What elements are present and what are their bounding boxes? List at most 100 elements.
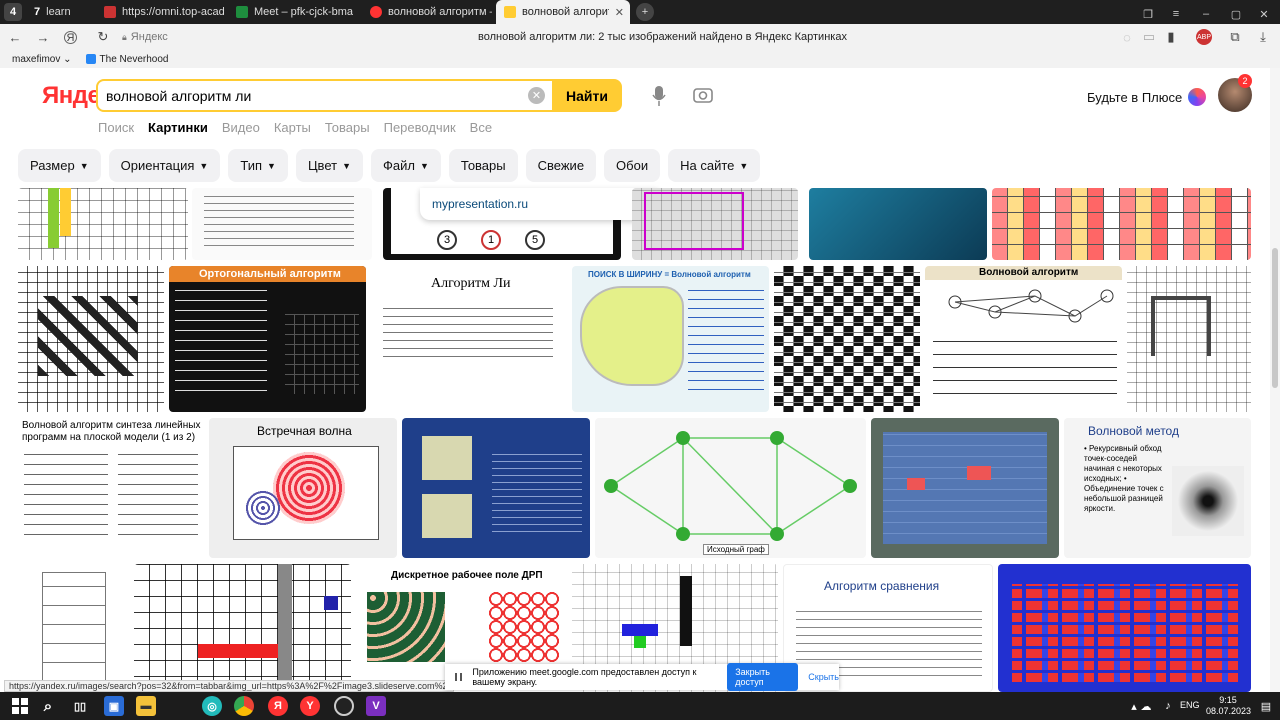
reload-icon[interactable]: ↻: [94, 28, 112, 46]
adblock-icon[interactable]: ABP: [1196, 29, 1212, 45]
close-tab-icon[interactable]: ✕: [615, 6, 624, 19]
meet-favicon-icon: [236, 6, 248, 18]
forward-icon[interactable]: →: [34, 28, 52, 46]
image-thumbnail[interactable]: [1127, 266, 1251, 412]
image-thumbnail[interactable]: Исходный граф: [595, 418, 866, 558]
image-thumbnail[interactable]: [871, 418, 1059, 558]
obs-icon[interactable]: [334, 696, 354, 716]
visual-studio-icon[interactable]: V: [366, 696, 386, 716]
image-thumbnail[interactable]: Ортогональный алгоритм: [169, 266, 366, 412]
stop-sharing-button[interactable]: Закрыть доступ: [727, 663, 799, 691]
notifications-icon[interactable]: ▤: [1256, 696, 1276, 716]
clock[interactable]: 9:15 08.07.2023: [1206, 695, 1251, 717]
translate-icon[interactable]: ◌: [1118, 28, 1136, 46]
search-box: ✕ Найти: [96, 79, 622, 112]
service-all[interactable]: Все: [470, 120, 492, 135]
bookmarks-bar: maxefimov ⌄ The Neverhood: [0, 50, 1280, 68]
minimize-icon[interactable]: –: [1196, 4, 1216, 24]
search-button[interactable]: Найти: [552, 79, 622, 112]
grid-overlay: [992, 188, 1251, 260]
filter-orientation[interactable]: Ориентация ▼: [108, 149, 221, 182]
popup-site-link[interactable]: mypresentation.ru: [432, 197, 528, 211]
windows-start-icon[interactable]: [10, 696, 30, 716]
store-icon[interactable]: ▣: [104, 696, 124, 716]
network-icon[interactable]: ☁︎: [1136, 696, 1156, 716]
language-indicator[interactable]: ENG: [1180, 700, 1200, 710]
inset-grid: [422, 494, 472, 538]
reader-icon[interactable]: ▭: [1140, 28, 1158, 46]
service-maps[interactable]: Карты: [274, 120, 311, 135]
filter-wallpapers[interactable]: Обои: [604, 149, 661, 182]
wave-circles: [273, 452, 345, 524]
camera-search-icon[interactable]: [693, 86, 713, 104]
image-thumbnail[interactable]: Встречная волна: [209, 418, 397, 558]
tab-yandex-images[interactable]: волновой алгоритм ли ✕: [496, 0, 630, 24]
service-products[interactable]: Товары: [325, 120, 370, 135]
maze-blocks: [38, 296, 138, 376]
bookmark-neverhood[interactable]: The Neverhood: [85, 54, 168, 65]
browser-menu-icon[interactable]: 4: [4, 3, 22, 21]
new-tab-icon[interactable]: +: [636, 3, 654, 21]
slide-title: Волновой алгоритм: [979, 267, 1079, 278]
scroll-thumb[interactable]: [1272, 248, 1278, 388]
maximize-icon[interactable]: ▢: [1226, 4, 1246, 24]
hide-notice-button[interactable]: Скрыть: [808, 672, 839, 682]
clear-search-icon[interactable]: ✕: [528, 87, 545, 104]
image-thumbnail[interactable]: Волновой метод • Рекурсивный обход точек…: [1064, 418, 1251, 558]
filter-fresh[interactable]: Свежие: [525, 149, 597, 182]
menu-icon[interactable]: ≡: [1166, 4, 1186, 24]
image-thumbnail[interactable]: [992, 188, 1251, 260]
voice-search-icon[interactable]: [652, 85, 666, 107]
service-images[interactable]: Картинки: [148, 120, 208, 135]
image-thumbnail[interactable]: [998, 564, 1251, 692]
image-thumbnail[interactable]: [632, 188, 798, 260]
yandex-browser-icon[interactable]: Y: [300, 696, 320, 716]
image-thumbnail[interactable]: [18, 564, 130, 692]
service-translator[interactable]: Переводчик: [384, 120, 456, 135]
filter-file[interactable]: Файл ▼: [371, 149, 441, 182]
tab-yandex-search[interactable]: волновой алгоритм — Я: [362, 0, 492, 24]
bookmark-icon[interactable]: ▮: [1162, 28, 1180, 46]
image-thumbnail[interactable]: Волновой алгоритм: [925, 266, 1122, 412]
tab-omni[interactable]: https://omni.top-academy: [96, 0, 224, 24]
image-thumbnail[interactable]: [18, 266, 164, 412]
url-field[interactable]: 🔒︎ Яндекс: [122, 28, 168, 46]
page-scrollbar[interactable]: [1270, 68, 1280, 692]
yandex-music-icon[interactable]: Я: [268, 696, 288, 716]
filter-products[interactable]: Товары: [448, 149, 518, 182]
app-icon[interactable]: ◎: [202, 696, 222, 716]
file-explorer-icon[interactable]: ▬: [136, 696, 156, 716]
plus-promo-link[interactable]: Будьте в Плюсе: [1087, 88, 1207, 106]
task-view-icon[interactable]: ▯▯: [70, 696, 90, 716]
source-popup[interactable]: mypresentation.ru ⋮: [420, 188, 658, 220]
image-thumbnail[interactable]: [809, 188, 987, 260]
back-icon[interactable]: ←: [6, 28, 24, 46]
filter-type[interactable]: Тип ▼: [228, 149, 288, 182]
filter-color[interactable]: Цвет ▼: [295, 149, 363, 182]
chrome-icon[interactable]: [234, 696, 254, 716]
download-icon[interactable]: ⤓: [1254, 28, 1272, 46]
volume-icon[interactable]: ♪: [1158, 696, 1178, 716]
image-thumbnail[interactable]: [134, 564, 351, 692]
extensions-icon[interactable]: ⧉: [1226, 28, 1244, 46]
filter-on-site[interactable]: На сайте ▼: [668, 149, 761, 182]
image-thumbnail[interactable]: ПОИСК В ШИРИНУ = Волновой алгоритм: [572, 266, 769, 412]
image-thumbnail[interactable]: [192, 188, 372, 260]
image-thumbnail[interactable]: Волновой алгоритм синтеза линейных прогр…: [18, 418, 204, 558]
profile-bookmark[interactable]: maxefimov ⌄: [12, 54, 72, 65]
service-video[interactable]: Видео: [222, 120, 260, 135]
yandex-home-icon[interactable]: Я: [64, 31, 77, 44]
slide-title: Встречная волна: [257, 424, 352, 438]
close-window-icon[interactable]: ✕: [1254, 4, 1274, 24]
tabs-list-icon[interactable]: ❐: [1138, 4, 1158, 24]
image-thumbnail[interactable]: Алгоритм Ли: [371, 266, 567, 412]
image-thumbnail[interactable]: [774, 266, 920, 412]
service-search[interactable]: Поиск: [98, 120, 134, 135]
tab-meet[interactable]: Meet – pfk-cjck-bma: [228, 0, 356, 24]
filter-size[interactable]: Размер ▼: [18, 149, 101, 182]
search-input[interactable]: [106, 86, 526, 106]
search-icon[interactable]: ⌕: [38, 696, 58, 716]
image-thumbnail[interactable]: [18, 188, 188, 260]
image-thumbnail[interactable]: [402, 418, 590, 558]
tab-learn[interactable]: 7 learn: [26, 0, 88, 24]
